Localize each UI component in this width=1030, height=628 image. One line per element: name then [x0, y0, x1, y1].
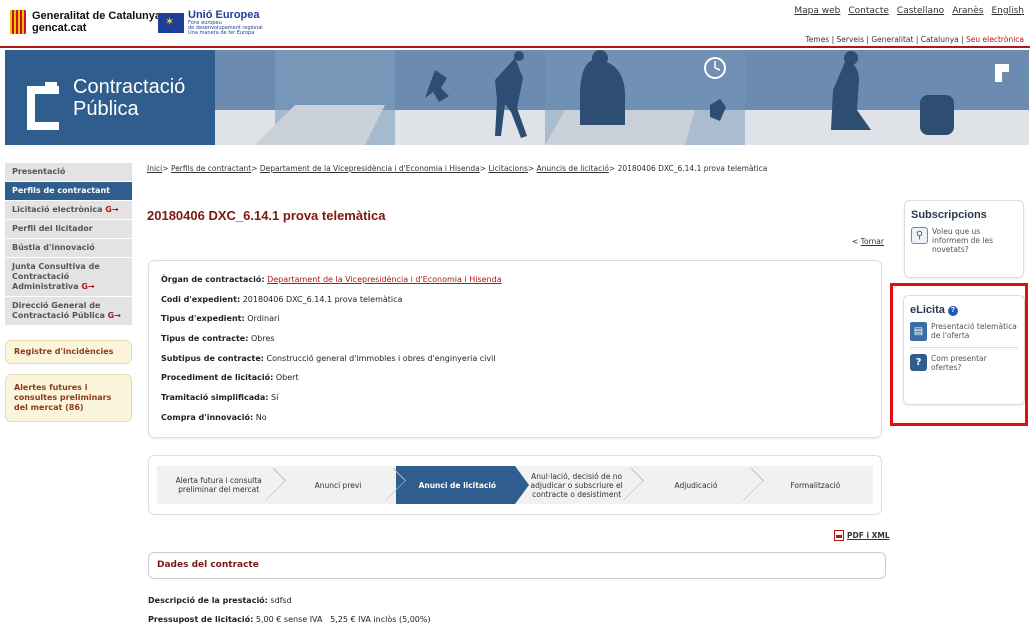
menu-item-licitacio-electronica[interactable]: Licitació electrònica G→ [5, 201, 132, 220]
link-serveis[interactable]: Serveis [837, 35, 865, 44]
gencat-name: Generalitat de Catalunya [32, 10, 161, 22]
menu-item-presentacio[interactable]: Presentació [5, 163, 132, 182]
link-generalitat[interactable]: Generalitat [871, 35, 913, 44]
eu-logo: Unió Europea Fons europeu de desenvolupa… [158, 10, 263, 36]
step-anunci-licitacio[interactable]: Anunci de licitació [395, 466, 530, 504]
left-menu: Presentació Perfils de contractant Licit… [5, 163, 132, 422]
detail-row: Tipus d'expedient: Ordinari [161, 314, 280, 324]
detail-row: Codi d'expedient: 20180406 DXC_6.14.1 pr… [161, 294, 403, 304]
subscripcions-panel: Subscripcions ⚲ Voleu que us informem de… [904, 200, 1024, 278]
detail-row: Òrgan de contractació: Departament de la… [161, 275, 502, 284]
search-icon: ⚲ [911, 227, 928, 244]
help-icon[interactable]: ? [947, 306, 958, 316]
registre-incidencies-button[interactable]: Registre d'incidències [5, 340, 132, 364]
step-formalitzacio[interactable]: Formalització [753, 466, 873, 504]
top-header: Generalitat de Catalunya gencat.cat Unió… [0, 0, 1030, 48]
external-link-icon: G→ [81, 282, 95, 291]
link-english[interactable]: English [992, 6, 1025, 16]
link-mapa-web[interactable]: Mapa web [794, 6, 840, 16]
descripcio-prestacio: Descripció de la prestació: sdfsd [148, 596, 292, 605]
menu-item-perfils-de-contractant[interactable]: Perfils de contractant [5, 182, 132, 201]
detail-row: Tipus de contracte: Obres [161, 334, 275, 344]
detail-row: Tramitació simplificada: Sí [161, 393, 279, 403]
menu-item-direccio-general[interactable]: Direcció General de Contractació Pública… [5, 297, 132, 326]
link-aranes[interactable]: Aranès [952, 6, 983, 16]
breadcrumb: Inici> Perfils de contractant> Departame… [147, 164, 768, 173]
gencat-flag-icon [10, 10, 26, 34]
top-links: Mapa web Contacte Castellano Aranès Engl… [794, 6, 1024, 16]
breadcrumb-anuncis[interactable]: Anuncis de licitació [537, 164, 609, 173]
menu-item-bustia-innovacio[interactable]: Bústia d'innovació [5, 239, 132, 258]
eu-flag-icon [158, 13, 184, 33]
link-contacte[interactable]: Contacte [848, 6, 889, 16]
link-catalunya[interactable]: Catalunya [921, 35, 959, 44]
banner-line2: Pública [73, 97, 139, 120]
gencat-domain: gencat.cat [32, 22, 87, 34]
external-link-icon: G→ [107, 311, 121, 320]
pdf-icon [834, 530, 844, 541]
detail-row: Subtipus de contracte: Construcció gener… [161, 353, 496, 363]
breadcrumb-licitacions[interactable]: Licitacions [488, 164, 527, 173]
subscripcions-title: Subscripcions [911, 209, 987, 221]
document-icon: ▤ [910, 322, 927, 341]
expedient-details: Òrgan de contractació: Departament de la… [148, 260, 882, 438]
detail-row: Procediment de licitació: Obert [161, 373, 299, 383]
section-dades-contracte: Dades del contracte [148, 552, 886, 579]
step-anunci-previ[interactable]: Anunci previ [276, 466, 396, 504]
step-alerta-futura[interactable]: Alerta futura i consulta preliminar del … [157, 466, 277, 504]
external-link-icon: G→ [105, 205, 119, 214]
menu-item-junta-consultiva[interactable]: Junta Consultiva de Contractació Adminis… [5, 258, 132, 297]
detail-row: Compra d'innovació: No [161, 412, 267, 422]
sub-links: Temes | Serveis | Generalitat | Cataluny… [805, 35, 1024, 44]
gencat-logo[interactable]: Generalitat de Catalunya gencat.cat [10, 10, 161, 34]
link-temes[interactable]: Temes [805, 35, 829, 44]
pressupost-licitacio: Pressupost de licitació: 5,00 € sense IV… [148, 615, 431, 624]
banner-line1: Contractació [73, 75, 186, 98]
com-presentar-ofertes-link[interactable]: ? Com presentar ofertes? [910, 354, 1018, 372]
elicita-title: eLicita ? [910, 304, 1018, 316]
elicita-panel: eLicita ? ▤ Presentació telemàtica de l'… [903, 295, 1025, 405]
step-adjudicacio[interactable]: Adjudicació [634, 466, 754, 504]
alertes-futures-button[interactable]: Alertes futures i consultes preliminars … [5, 374, 132, 422]
subscripcions-item[interactable]: ⚲ Voleu que us informem de les novetats? [911, 227, 1017, 254]
banner: Contractació Pública [5, 50, 1029, 145]
presentacio-telematica-link[interactable]: ▤ Presentació telemàtica de l'oferta [910, 322, 1018, 341]
banner-illustration [215, 50, 1029, 145]
link-seu-electronica[interactable]: Seu electrònica [966, 35, 1024, 44]
breadcrumb-departament[interactable]: Departament de la Vicepresidència i d'Ec… [260, 164, 480, 173]
menu-item-perfil-del-licitador[interactable]: Perfil del licitador [5, 220, 132, 239]
contractacio-logo-icon [27, 80, 63, 130]
banner-title[interactable]: Contractació Pública [5, 50, 215, 145]
breadcrumb-current: 20180406 DXC_6.14.1 prova telemàtica [617, 164, 768, 173]
pdf-xml-link[interactable]: PDF i XML [834, 530, 890, 541]
step-anullacio[interactable]: Anul·lació, decisió de no adjudicar o su… [514, 466, 635, 504]
procedure-steps: Alerta futura i consulta preliminar del … [148, 455, 882, 515]
breadcrumb-perfils[interactable]: Perfils de contractant [171, 164, 251, 173]
page-title: 20180406 DXC_6.14.1 prova telemàtica [147, 208, 386, 223]
organ-contractacio-link[interactable]: Departament de la Vicepresidència i d'Ec… [267, 275, 502, 284]
divider [910, 347, 1018, 348]
link-castellano[interactable]: Castellano [897, 6, 944, 16]
breadcrumb-inici[interactable]: Inici [147, 164, 162, 173]
question-icon: ? [910, 354, 927, 371]
tornar-link[interactable]: < Tornar [852, 237, 884, 246]
